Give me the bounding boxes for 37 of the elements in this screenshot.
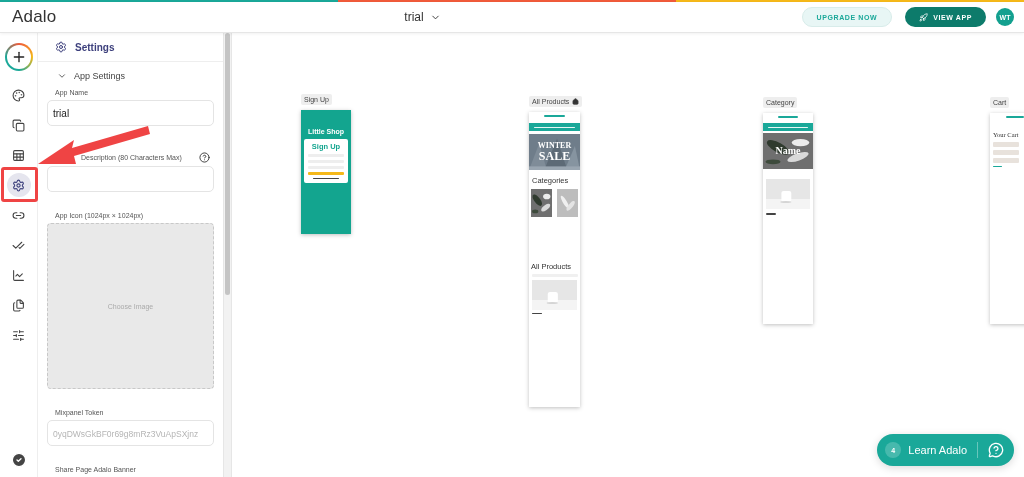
rocket-icon [919,12,929,22]
line-chart-icon [12,268,25,282]
sidebar-item[interactable] [6,173,31,197]
help-icon [988,442,1004,458]
text-field[interactable]: trial [47,100,214,126]
header-line [778,116,798,118]
logo: Adalo [12,7,57,27]
settings-icon [55,41,67,53]
promo-text-line [534,126,575,128]
text-line [766,213,776,215]
header-line [1006,116,1024,118]
spreadsheet-icon [12,148,25,162]
text-line [532,312,543,315]
banner-text: WINTER [537,141,572,150]
banner-text: SALE [538,149,571,163]
check-circle-icon[interactable] [10,452,27,468]
banner-text: Name [775,145,801,157]
scrollbar[interactable] [223,33,232,477]
section-toggle[interactable]: App Settings [38,62,223,81]
stacked-squares-icon [12,118,25,132]
highlight-frame [1,167,38,202]
submit-bar [308,172,344,176]
app-switcher[interactable]: trial [404,10,441,24]
text-field[interactable]: 0yqDWsGkBF0r69g8mRz3VuApSXjnz [47,420,214,446]
total-line [993,165,1002,168]
panel-title: Settings [75,41,115,53]
home-icon [572,98,580,105]
help-icon[interactable] [199,152,210,163]
text-line [313,178,339,180]
header-line [544,115,565,117]
sliders-icon [12,328,25,342]
palette-icon [12,88,25,102]
chevron-icon [57,71,67,81]
stacked-pages-icon [12,298,25,312]
promo-text-line [768,126,808,128]
text-field[interactable] [47,166,214,192]
settings-icon [12,178,25,192]
